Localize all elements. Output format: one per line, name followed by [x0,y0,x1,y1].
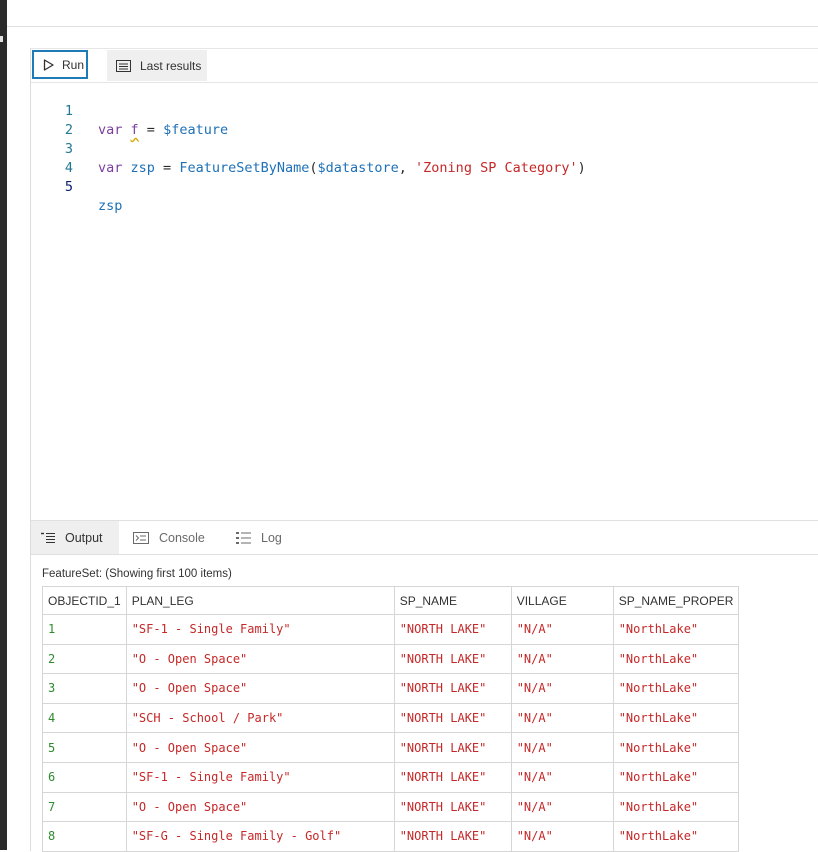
last-results-label: Last results [140,58,202,73]
profile-variable: $datastore [317,160,399,176]
console-icon [133,531,149,544]
code-line: 4 [31,140,80,176]
operator: = [154,160,180,176]
output-list-icon [41,532,55,543]
comma: , [398,160,416,176]
run-label: Run [62,57,85,72]
arcade-editor-panel: Run Last results 1 var f = $feature 2 3 … [30,48,818,852]
cell-sp-name-proper: "NorthLake" [612,791,740,823]
cell-sp-name: "NORTH LAKE" [393,732,512,763]
cell-village: "N/A" [510,732,614,763]
play-icon [43,58,54,71]
cell-village: "N/A" [510,614,614,645]
function-name: FeatureSetByName [179,160,310,176]
cell-objectid: 1 [42,614,127,645]
identifier: zsp [98,198,123,214]
cell-objectid: 8 [42,821,127,852]
line-number: 5 [64,179,73,195]
table-row: 1 "SF-1 - Single Family" "NORTH LAKE" "N/A"… [42,614,740,645]
cell-objectid: 7 [42,791,127,823]
left-edge-strip [0,0,7,850]
results-table: OBJECTID_1 PLAN_LEG SP_NAME VILLAGE SP_N… [42,586,740,852]
column-header: PLAN_LEG [125,586,395,615]
cell-sp-name-proper: "NorthLake" [612,821,740,852]
code-line: 3 var zsp = FeatureSetByName($datastore,… [31,121,586,176]
cell-plan-leg: "O - Open Space" [125,732,395,763]
output-tabs: Output Console Log [31,520,818,555]
cell-sp-name: "NORTH LAKE" [393,702,512,734]
last-results-button[interactable]: Last results [107,50,207,81]
cell-objectid: 4 [42,702,127,734]
table-row: 7 "O - Open Space" "NORTH LAKE" "N/A" "North… [42,791,740,823]
cell-sp-name: "NORTH LAKE" [393,821,512,852]
cell-sp-name: "NORTH LAKE" [393,791,512,823]
profile-variable: $feature [163,122,229,138]
cell-village: "N/A" [510,673,614,704]
tab-log[interactable]: Log [236,521,282,554]
cell-village: "N/A" [510,702,614,734]
code-line: 2 [31,102,80,138]
keyword: var [98,122,123,138]
cell-objectid: 2 [42,643,127,675]
table-header-row: OBJECTID_1 PLAN_LEG SP_NAME VILLAGE SP_N… [42,586,740,615]
cell-sp-name-proper: "NorthLake" [612,702,740,734]
code-line: 1 var f = $feature [31,83,228,138]
tab-output-label: Output [65,530,103,545]
cell-objectid: 6 [42,761,127,793]
cell-sp-name: "NORTH LAKE" [393,614,512,645]
run-button[interactable]: Run [32,50,88,79]
cell-sp-name: "NORTH LAKE" [393,673,512,704]
column-header: SP_NAME [393,586,512,615]
paren: ) [577,160,586,176]
cell-sp-name-proper: "NorthLake" [612,673,740,704]
log-list-icon [236,531,251,544]
cell-plan-leg: "SF-G - Single Family - Golf" [125,821,395,852]
string-literal: 'Zoning SP Category' [415,160,578,176]
cell-sp-name: "NORTH LAKE" [393,761,512,793]
cell-sp-name-proper: "NorthLake" [612,643,740,675]
cell-sp-name-proper: "NorthLake" [612,614,740,645]
table-row: 3 "O - Open Space" "NORTH LAKE" "N/A" "North… [42,673,740,704]
cell-plan-leg: "O - Open Space" [125,673,395,704]
featureset-caption: FeatureSet: (Showing first 100 items) [42,568,232,580]
identifier: f [130,122,139,138]
operator: = [138,122,164,138]
table-row: 6 "SF-1 - Single Family" "NORTH LAKE" "N/A"… [42,761,740,793]
code-editor[interactable]: 1 var f = $feature 2 3 var zsp = Feature… [31,83,818,519]
cell-village: "N/A" [510,821,614,852]
tab-output[interactable]: Output [31,521,119,554]
table-row: 2 "O - Open Space" "NORTH LAKE" "N/A" "North… [42,643,740,675]
cell-sp-name-proper: "NorthLake" [612,761,740,793]
tab-console-label: Console [159,530,205,545]
cell-village: "N/A" [510,761,614,793]
cell-sp-name: "NORTH LAKE" [393,643,512,675]
keyword: var [98,160,123,176]
cell-plan-leg: "SF-1 - Single Family" [125,761,395,793]
top-divider [7,26,818,27]
editor-toolbar: Run Last results [31,49,818,83]
cell-village: "N/A" [510,791,614,823]
cell-sp-name-proper: "NorthLake" [612,732,740,763]
tab-log-label: Log [261,530,282,545]
cell-plan-leg: "O - Open Space" [125,643,395,675]
cell-plan-leg: "O - Open Space" [125,791,395,823]
column-header: VILLAGE [510,586,614,615]
cell-objectid: 5 [42,732,127,763]
table-row: 5 "O - Open Space" "NORTH LAKE" "N/A" "North… [42,732,740,763]
column-header: SP_NAME_PROPER [612,586,740,615]
results-list-icon [116,59,131,72]
cell-plan-leg: "SF-1 - Single Family" [125,614,395,645]
paren: ( [309,160,318,176]
column-header: OBJECTID_1 [42,586,127,615]
table-row: 8 "SF-G - Single Family - Golf" "NORTH LAK… [42,821,740,852]
cell-plan-leg: "SCH - School / Park" [125,702,395,734]
cell-village: "N/A" [510,643,614,675]
cell-objectid: 3 [42,673,127,704]
identifier: zsp [130,160,155,176]
code-line: 5 zsp [31,159,123,214]
collapse-handle[interactable] [0,36,3,42]
table-row: 4 "SCH - School / Park" "NORTH LAKE" "N/A" "… [42,702,740,734]
tab-console[interactable]: Console [133,521,205,554]
